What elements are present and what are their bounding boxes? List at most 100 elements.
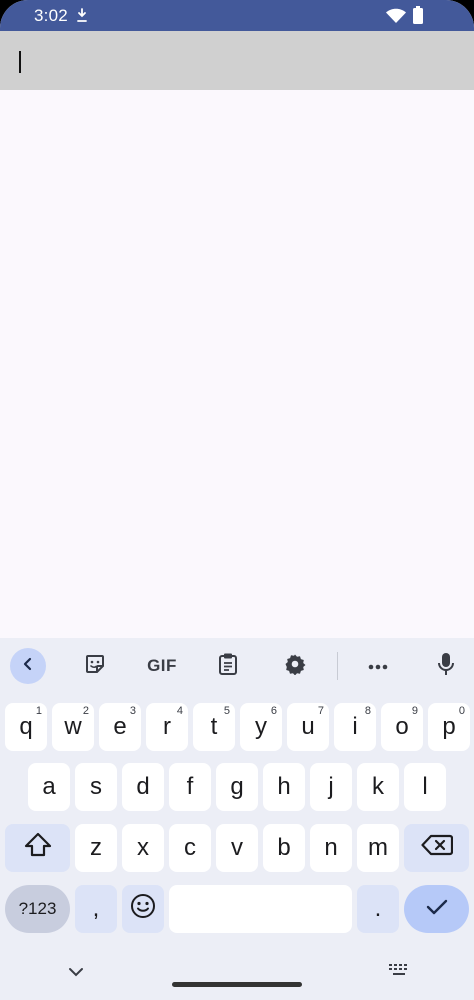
key-v[interactable]: v: [216, 824, 258, 872]
key-r[interactable]: r4: [146, 703, 188, 751]
soft-keyboard: [0, 638, 474, 1000]
key-hint: 5: [223, 705, 230, 717]
key-label: k: [372, 773, 384, 800]
gesture-nav-handle[interactable]: [172, 982, 302, 987]
key-hint: 7: [317, 705, 324, 717]
key-j[interactable]: j: [310, 763, 352, 811]
toolbar-back-button[interactable]: [10, 648, 46, 684]
key-label: q: [19, 713, 33, 740]
gif-label: GIF: [147, 656, 177, 675]
key-e[interactable]: e3: [99, 703, 141, 751]
key-label: i: [352, 713, 358, 740]
wifi-icon: [386, 8, 406, 29]
key-z[interactable]: z: [75, 824, 117, 872]
emoji-key[interactable]: [122, 885, 164, 933]
text-input-field[interactable]: [0, 31, 474, 90]
toolbar-divider: [337, 652, 338, 680]
key-h[interactable]: h: [263, 763, 305, 811]
key-label: g: [230, 773, 244, 800]
key-hint: 3: [129, 705, 136, 717]
text-cursor: [19, 51, 21, 73]
key-label: h: [277, 773, 291, 800]
checkmark-icon: [425, 895, 449, 923]
key-hint: 8: [364, 705, 371, 717]
symbols-label: ?123: [18, 899, 57, 918]
key-label: u: [301, 713, 315, 740]
key-k[interactable]: k: [357, 763, 399, 811]
more-icon: [368, 657, 388, 675]
key-l[interactable]: l: [404, 763, 446, 811]
key-o[interactable]: o9: [381, 703, 423, 751]
key-label: l: [422, 773, 428, 800]
key-x[interactable]: x: [122, 824, 164, 872]
key-label: ,: [92, 895, 100, 922]
key-s[interactable]: s: [75, 763, 117, 811]
settings-gear-icon: [284, 653, 306, 680]
enter-key[interactable]: [404, 885, 469, 933]
emoji-icon: [130, 893, 156, 926]
key-label: o: [395, 713, 409, 740]
key-hint: 6: [270, 705, 277, 717]
key-label: j: [328, 773, 334, 800]
comma-key[interactable]: ,: [75, 885, 117, 933]
sticker-icon: [84, 653, 106, 680]
key-label: m: [368, 834, 388, 861]
key-label: r: [163, 713, 171, 740]
key-p[interactable]: p0: [428, 703, 470, 751]
content-area: [0, 90, 474, 638]
backspace-key[interactable]: [404, 824, 469, 872]
backspace-icon: [420, 834, 453, 863]
settings-button[interactable]: [277, 648, 313, 684]
key-hint: 2: [82, 705, 89, 717]
key-hint: 1: [35, 705, 42, 717]
download-indicator-icon: [76, 8, 88, 28]
key-g[interactable]: g: [216, 763, 258, 811]
status-bar: 3:02: [0, 0, 474, 31]
key-hint: 9: [411, 705, 418, 717]
key-label: c: [184, 834, 196, 861]
key-label: y: [255, 713, 267, 740]
sticker-button[interactable]: [77, 648, 113, 684]
voice-input-button[interactable]: [428, 648, 464, 684]
battery-icon: [413, 6, 423, 29]
key-q[interactable]: q1: [5, 703, 47, 751]
key-label: z: [90, 834, 102, 861]
key-label: n: [324, 834, 338, 861]
key-label: b: [277, 834, 291, 861]
clipboard-button[interactable]: [210, 648, 246, 684]
key-label: s: [90, 773, 102, 800]
key-b[interactable]: b: [263, 824, 305, 872]
key-y[interactable]: y6: [240, 703, 282, 751]
key-label: f: [186, 773, 194, 800]
key-label: .: [374, 895, 382, 922]
status-time: 3:02: [34, 6, 68, 25]
key-label: x: [137, 834, 149, 861]
key-f[interactable]: f: [169, 763, 211, 811]
key-d[interactable]: d: [122, 763, 164, 811]
key-label: e: [113, 713, 127, 740]
key-t[interactable]: t5: [193, 703, 235, 751]
more-button[interactable]: [360, 648, 396, 684]
key-m[interactable]: m: [357, 824, 399, 872]
key-hint: 0: [458, 705, 465, 717]
key-u[interactable]: u7: [287, 703, 329, 751]
back-arrow-icon: [20, 656, 36, 677]
chevron-down-icon[interactable]: [68, 964, 84, 982]
keyboard-switch-icon[interactable]: [388, 963, 410, 982]
shift-key[interactable]: [5, 824, 70, 872]
key-label: a: [42, 773, 56, 800]
key-i[interactable]: i8: [334, 703, 376, 751]
key-n[interactable]: n: [310, 824, 352, 872]
space-bar[interactable]: [169, 885, 352, 933]
key-c[interactable]: c: [169, 824, 211, 872]
phone-screen: 3:02 GIF q 1 w 2 e 3 r 4 t 5 y 6 u 7 i 8…: [0, 0, 474, 1000]
symbols-key[interactable]: ?123: [5, 885, 70, 933]
period-key[interactable]: .: [357, 885, 399, 933]
gif-button[interactable]: GIF: [140, 648, 184, 684]
shift-icon: [24, 832, 52, 865]
key-label: v: [231, 834, 243, 861]
key-label: p: [442, 713, 456, 740]
key-label: w: [64, 713, 82, 740]
key-w[interactable]: w2: [52, 703, 94, 751]
key-a[interactable]: a: [28, 763, 70, 811]
